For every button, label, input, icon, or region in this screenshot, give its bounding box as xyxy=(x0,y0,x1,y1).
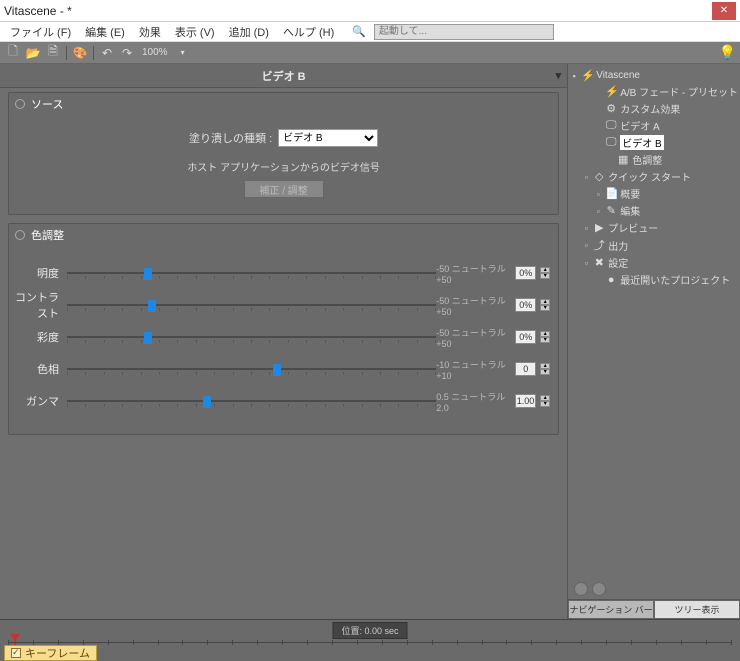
slider-label: ガンマ xyxy=(13,393,67,409)
save-icon[interactable]: 🗎 xyxy=(44,44,62,62)
keyframe-toggle[interactable]: キーフレーム xyxy=(4,645,97,661)
slider-label: 明度 xyxy=(13,265,67,281)
tree-root[interactable]: Vitascene xyxy=(596,70,640,81)
spin-down-icon[interactable]: ▾ xyxy=(540,337,550,343)
tree-item[interactable]: ▦色調整 xyxy=(570,151,738,168)
color-panel-header[interactable]: 色調整 xyxy=(9,224,558,246)
chevron-down-icon[interactable]: ▾ xyxy=(174,44,192,62)
spin-down-icon[interactable]: ▾ xyxy=(540,305,550,311)
redo-icon[interactable]: ↷ xyxy=(118,44,136,62)
spin-down-icon[interactable]: ▾ xyxy=(540,369,550,375)
fill-type-select[interactable]: ビデオ B xyxy=(278,129,378,147)
timeline-position: 位置: 0.00 sec xyxy=(332,622,407,639)
slider-label: 色相 xyxy=(13,361,67,377)
nav-back-icon[interactable] xyxy=(574,582,588,596)
host-signal-msg: ホスト アプリケーションからのビデオ信号 xyxy=(21,159,546,174)
source-panel-header[interactable]: ソース xyxy=(9,93,558,115)
close-button[interactable]: ✕ xyxy=(712,2,736,20)
bulb-icon[interactable]: 💡 xyxy=(719,44,736,61)
tab-tree-view[interactable]: ツリー表示 xyxy=(654,600,740,619)
spin-down-icon[interactable]: ▾ xyxy=(540,401,550,407)
tree-item[interactable]: ⚡A/B フェード - プリセット xyxy=(570,83,738,100)
tree-item[interactable]: ●最近開いたプロジェクト xyxy=(570,271,738,288)
fill-type-label: 塗り潰しの種類 : xyxy=(189,130,272,146)
tree-item[interactable]: ▫✎編集 xyxy=(570,202,738,219)
slider-track[interactable] xyxy=(67,263,436,283)
menu-help[interactable]: ヘルプ (H) xyxy=(277,22,340,42)
slider-value[interactable]: 0 xyxy=(515,362,536,376)
menu-view[interactable]: 表示 (V) xyxy=(169,22,221,42)
palette-icon[interactable]: 🎨 xyxy=(71,44,89,62)
open-icon[interactable]: 📂 xyxy=(24,44,42,62)
video-dropdown-icon[interactable]: ▾ xyxy=(556,69,562,82)
tree-item[interactable]: ▫✖設定 xyxy=(570,254,738,271)
tree-item[interactable]: ▫▶プレビュー xyxy=(570,219,738,236)
tree-item[interactable]: ▫📄概要 xyxy=(570,185,738,202)
menu-file[interactable]: ファイル (F) xyxy=(4,22,77,42)
slider-value[interactable]: 1.00 xyxy=(515,394,537,408)
new-icon[interactable]: 🗋 xyxy=(4,44,22,62)
slider-value[interactable]: 0% xyxy=(515,330,536,344)
tree-item[interactable]: ▫⤴出力 xyxy=(570,236,738,254)
slider-value[interactable]: 0% xyxy=(515,266,536,280)
menu-effect[interactable]: 効果 xyxy=(133,22,167,42)
tree-item[interactable]: ⚙カスタム効果 xyxy=(570,100,738,117)
slider-track[interactable] xyxy=(67,359,436,379)
window-title: Vitascene - * xyxy=(4,4,712,18)
slider-label: コントラスト xyxy=(13,289,67,321)
nav-fwd-icon[interactable] xyxy=(592,582,606,596)
slider-track[interactable] xyxy=(67,295,436,315)
tree-item[interactable]: 🖵ビデオ A xyxy=(570,117,738,134)
video-header: ビデオ B xyxy=(262,68,306,84)
tree-item[interactable]: 🖵ビデオ B xyxy=(570,134,738,151)
menu-edit[interactable]: 編集 (E) xyxy=(79,22,131,42)
undo-icon[interactable]: ↶ xyxy=(98,44,116,62)
slider-label: 彩度 xyxy=(13,329,67,345)
menu-add[interactable]: 追加 (D) xyxy=(223,22,275,42)
slider-track[interactable] xyxy=(67,327,436,347)
tree-item[interactable]: ▫◇クイック スタート xyxy=(570,168,738,185)
spin-down-icon[interactable]: ▾ xyxy=(540,273,550,279)
launch-input[interactable] xyxy=(374,24,554,40)
search-icon: 🔍 xyxy=(346,23,372,40)
slider-value[interactable]: 0% xyxy=(515,298,536,312)
correct-adjust-button[interactable]: 補正 / 調整 xyxy=(244,180,324,198)
slider-track[interactable] xyxy=(67,391,436,411)
tab-nav-bar[interactable]: ナビゲーション バー xyxy=(568,600,654,619)
zoom-level[interactable]: 100% xyxy=(138,47,172,58)
